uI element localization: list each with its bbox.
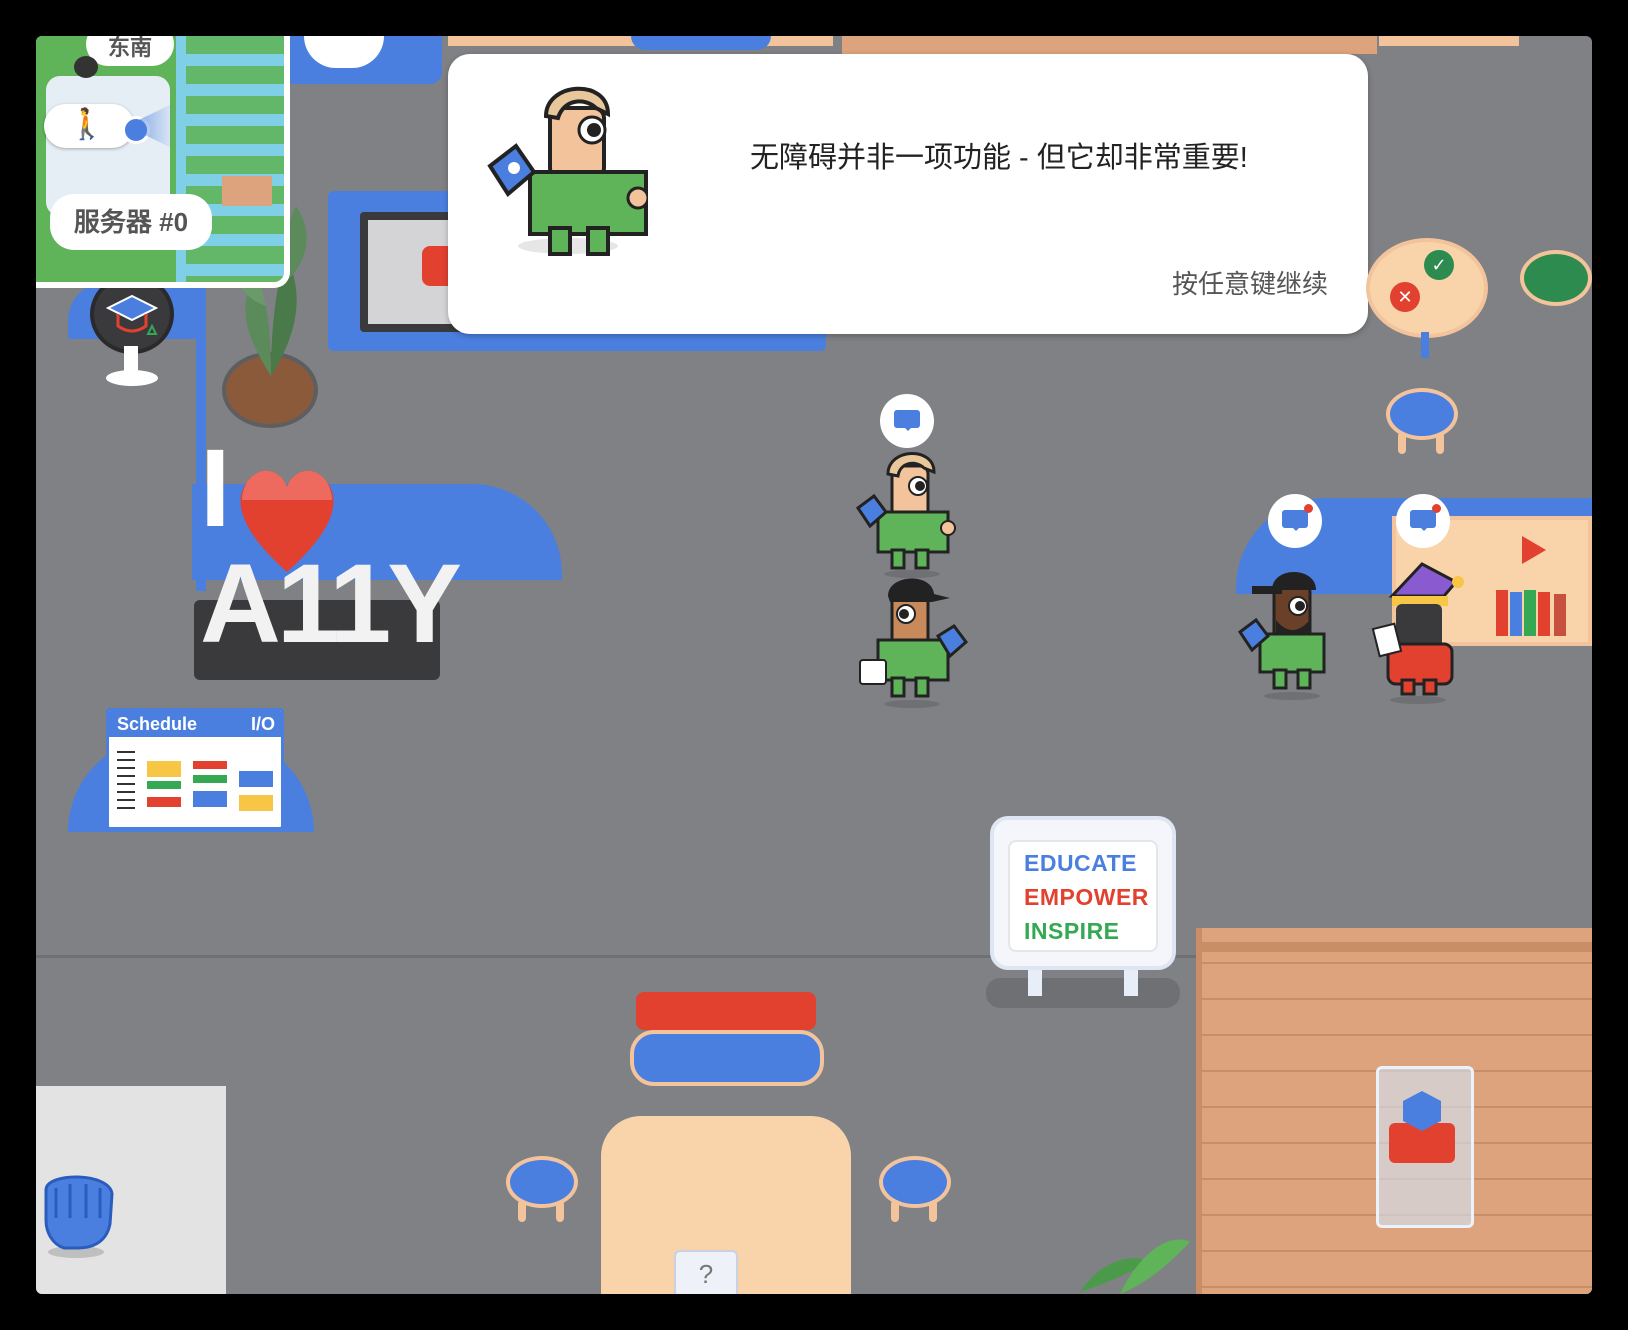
top-wood-shelf-far	[1379, 36, 1519, 46]
npc-character[interactable]	[1236, 562, 1346, 707]
chat-bubble-icon[interactable]	[1396, 494, 1450, 548]
sign-base	[106, 370, 158, 386]
schedule-board: Schedule I/O	[106, 708, 284, 830]
player-marker: 🚶	[44, 104, 150, 148]
blue-stool	[1386, 388, 1458, 472]
green-stool	[1520, 250, 1592, 306]
question-tile[interactable]: ?	[674, 1250, 738, 1294]
dialog-character	[468, 68, 650, 258]
game-viewport[interactable]: I A11Y Schedule I/O 东南 🚶 服务器 #0 无障碍并非一项功…	[36, 36, 1592, 1294]
compass-badge: 东南	[86, 36, 174, 66]
schedule-subtitle: I/O	[250, 714, 275, 734]
poster-line-2: EMPOWER	[1024, 884, 1149, 910]
poster-shadow	[986, 978, 1180, 1008]
poster-line-1: EDUCATE	[1024, 850, 1137, 876]
table-leg	[1421, 332, 1429, 358]
blue-fist-icon	[40, 1164, 118, 1260]
chat-bubble-icon[interactable]	[1268, 494, 1322, 548]
top-blue-thing	[631, 36, 771, 50]
chat-bubble-icon[interactable]	[880, 394, 934, 448]
dialog-message: 无障碍并非一项功能 - 但它却非常重要!	[750, 142, 1248, 174]
server-badge[interactable]: 服务器 #0	[50, 194, 212, 250]
server-label: 服务器 #0	[73, 207, 189, 237]
blue-stool	[506, 1156, 578, 1240]
round-table	[1366, 238, 1488, 338]
npc-character[interactable]	[854, 570, 974, 715]
poster-line-3: INSPIRE	[1024, 918, 1120, 944]
display-case	[1376, 1066, 1474, 1228]
minimap[interactable]: 东南 🚶 服务器 #0	[36, 36, 290, 288]
player-character[interactable]	[854, 446, 964, 583]
blue-bench	[630, 1030, 824, 1086]
check-icon: ✓	[1424, 250, 1454, 280]
dialog-continue-hint[interactable]: 按任意键继续	[1172, 264, 1328, 301]
blue-stool	[879, 1156, 951, 1240]
wizard-character[interactable]	[1362, 556, 1482, 711]
educate-poster: EDUCATE EMPOWER INSPIRE	[990, 816, 1176, 970]
compass-dot	[74, 56, 98, 78]
close-icon: ✕	[1390, 282, 1420, 312]
a11y-word: A11Y	[200, 541, 462, 666]
a11y-letter-i: I	[200, 427, 231, 550]
red-bench	[636, 992, 816, 1030]
top-wood-shelf-right	[842, 36, 1377, 54]
deck-railing	[1202, 942, 1592, 952]
plant-leaves	[1080, 1222, 1190, 1294]
accessibility-icon: 🚶	[68, 108, 106, 141]
tutorial-dialog[interactable]: 无障碍并非一项功能 - 但它却非常重要! 按任意键继续	[448, 54, 1368, 334]
compass-label: 东南	[107, 36, 152, 60]
schedule-title: Schedule	[117, 714, 198, 734]
